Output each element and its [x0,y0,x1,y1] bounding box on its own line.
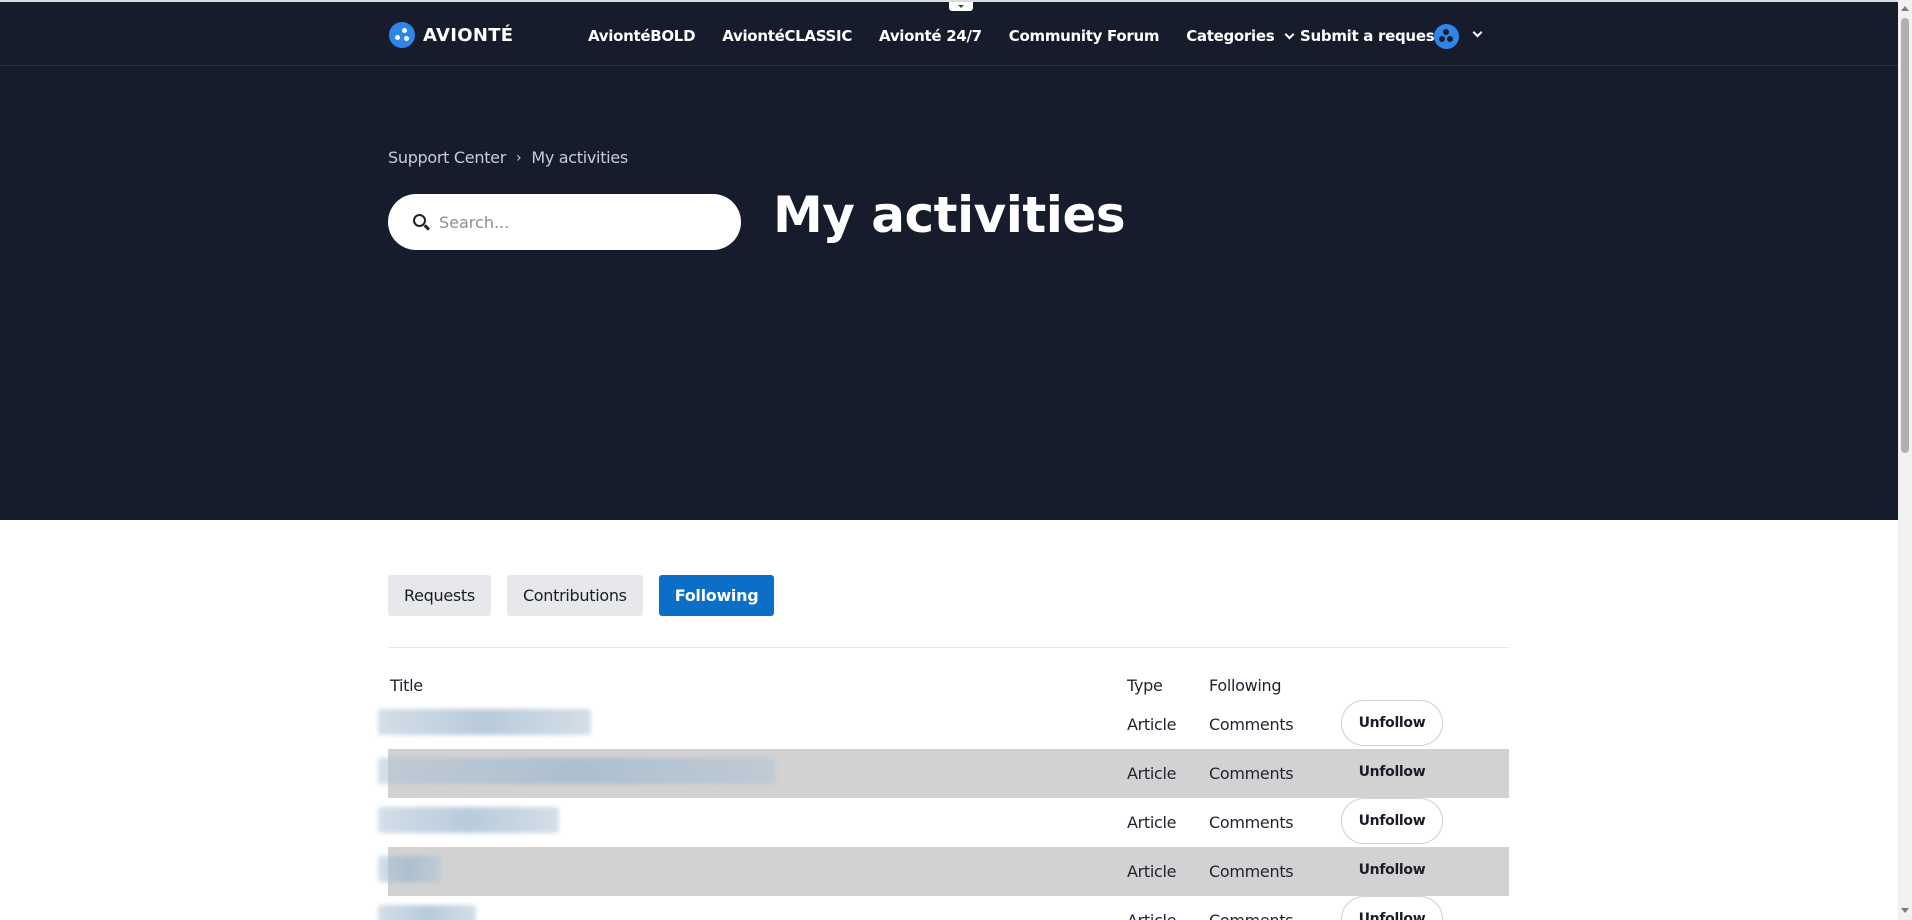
column-header-following: Following [1209,676,1282,695]
page: AVIONTÉ AviontéBOLD AviontéCLASSIC Avion… [0,0,1912,920]
row-type: Article [1127,764,1177,783]
page-dropdown-tab[interactable] [949,2,973,11]
tab-contributions[interactable]: Contributions [506,575,643,616]
search-icon [413,214,426,227]
unfollow-button[interactable]: Unfollow [1341,847,1443,893]
breadcrumb-my-activities[interactable]: My activities [531,148,628,167]
following-table: Title Type Following Article Comments Un… [378,672,1509,920]
nav-link-aviontebold[interactable]: AviontéBOLD [588,27,696,45]
table-row: Article Comments Unfollow [378,896,1509,920]
tab-following[interactable]: Following [658,575,775,616]
nav-links: AviontéBOLD AviontéCLASSIC Avionté 24/7 … [588,27,1295,45]
column-header-type: Type [1127,676,1163,695]
row-type: Article [1127,813,1177,832]
column-header-title: Title [390,676,423,695]
nav-categories-dropdown[interactable]: Categories [1186,27,1295,45]
breadcrumb: Support Center › My activities [388,148,628,167]
redacted-title-link[interactable] [378,856,440,882]
row-type: Article [1127,911,1177,920]
hero-banner: Support Center › My activities My activi… [0,66,1898,520]
unfollow-button[interactable]: Unfollow [1341,700,1443,746]
nav-categories-label: Categories [1186,27,1275,45]
table-row: Article Comments Unfollow [378,847,1509,896]
unfollow-button[interactable]: Unfollow [1341,798,1443,844]
nav-link-community-forum[interactable]: Community Forum [1009,27,1160,45]
table-row: Article Comments Unfollow [378,700,1509,749]
row-following: Comments [1209,911,1294,920]
page-title: My activities [773,186,1126,244]
activity-tabs: Requests Contributions Following [388,575,775,616]
row-type: Article [1127,715,1177,734]
tab-requests[interactable]: Requests [388,575,491,616]
table-row: Article Comments Unfollow [378,798,1509,847]
row-type: Article [1127,862,1177,881]
chevron-down-icon [1284,29,1295,39]
nav-link-avionte-247[interactable]: Avionté 24/7 [879,27,982,45]
table-header: Title Type Following [388,672,1509,700]
redacted-title-link[interactable] [378,807,559,833]
row-following: Comments [1209,813,1294,832]
top-navigation: AVIONTÉ AviontéBOLD AviontéCLASSIC Avion… [0,2,1898,66]
logo[interactable]: AVIONTÉ [389,22,513,48]
unfollow-button[interactable]: Unfollow [1341,749,1443,795]
redacted-title-link[interactable] [378,905,476,920]
scroll-down-arrow-icon[interactable] [1901,908,1909,913]
logo-text: AVIONTÉ [423,24,514,46]
row-following: Comments [1209,715,1294,734]
scrollbar-thumb[interactable] [1901,18,1909,453]
divider [388,647,1509,648]
user-avatar[interactable] [1434,24,1459,49]
redacted-title-link[interactable] [378,709,591,735]
nav-link-avionteclassic[interactable]: AviontéCLASSIC [722,27,852,45]
vertical-scrollbar[interactable] [1898,0,1912,920]
user-menu-chevron-down-icon[interactable] [1472,27,1483,38]
submit-request-link[interactable]: Submit a request [1300,27,1441,45]
table-row: Article Comments Unfollow [378,749,1509,798]
breadcrumb-support-center[interactable]: Support Center [388,148,506,167]
search-box [388,194,741,250]
breadcrumb-separator: › [516,149,522,166]
scroll-up-arrow-icon[interactable] [1901,6,1909,11]
redacted-title-link[interactable] [378,758,775,784]
row-following: Comments [1209,862,1294,881]
avionte-logo-icon [389,22,415,48]
unfollow-button[interactable]: Unfollow [1341,896,1443,920]
row-following: Comments [1209,764,1294,783]
search-input[interactable] [439,208,719,236]
